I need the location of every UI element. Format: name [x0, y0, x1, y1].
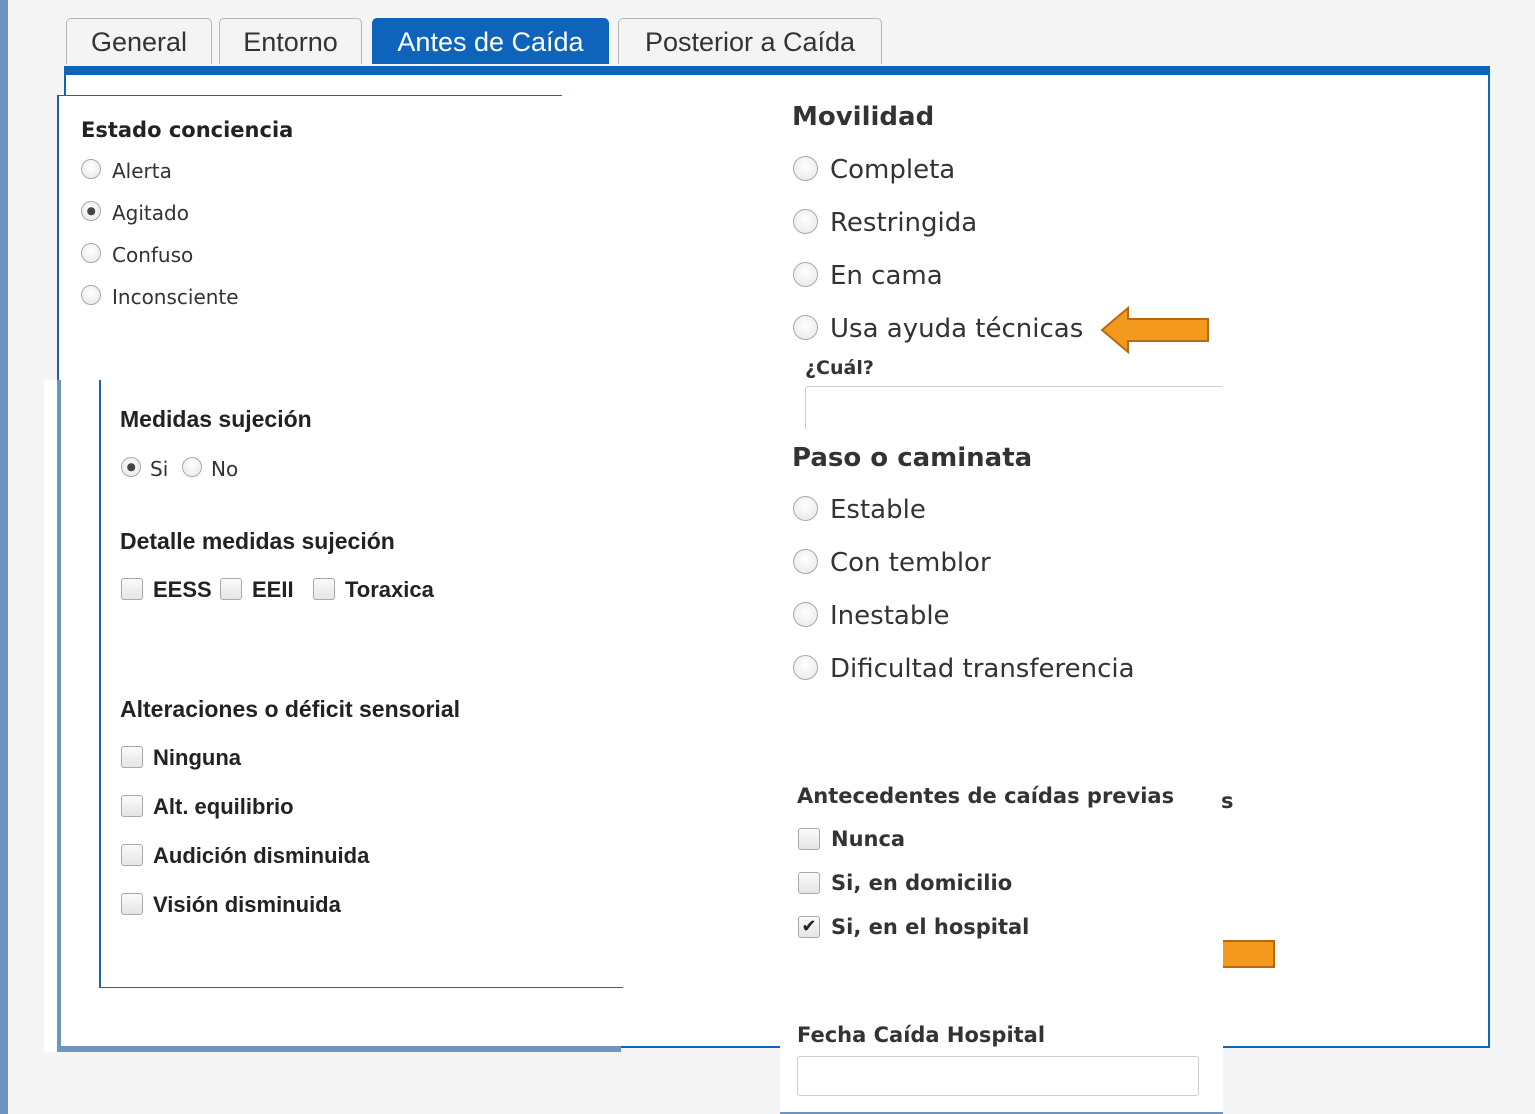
- radio-inestable[interactable]: [793, 602, 818, 627]
- label-nunca: Nunca: [831, 827, 906, 851]
- fecha-label: Fecha Caída Hospital: [797, 1023, 1046, 1047]
- label-en-cama: En cama: [830, 261, 943, 291]
- checkbox-nunca[interactable]: [798, 828, 820, 850]
- checkbox-vision[interactable]: [121, 893, 143, 915]
- stray-letter: s: [1221, 789, 1234, 813]
- estado-conciencia-panel: Estado conciencia Alerta Agitado Confuso…: [57, 95, 562, 381]
- radio-estable[interactable]: [793, 496, 818, 521]
- radio-usa-ayuda[interactable]: [793, 315, 818, 340]
- radio-completa[interactable]: [793, 156, 818, 181]
- radio-medidas-no[interactable]: [182, 457, 202, 477]
- label-domicilio: Si, en domicilio: [831, 871, 1013, 895]
- cual-label: ¿Cuál?: [805, 357, 874, 379]
- radio-alerta[interactable]: [81, 159, 101, 179]
- checkbox-audicion[interactable]: [121, 844, 143, 866]
- radio-dificultad-transferencia[interactable]: [793, 655, 818, 680]
- label-medidas-no: No: [211, 457, 239, 481]
- fecha-input[interactable]: [797, 1056, 1199, 1096]
- tab-entorno[interactable]: Entorno: [219, 18, 362, 64]
- label-usa-ayuda: Usa ayuda técnicas: [830, 314, 1084, 344]
- label-agitado: Agitado: [112, 201, 189, 225]
- label-restringida: Restringida: [830, 208, 978, 238]
- label-eess: EESS: [153, 577, 212, 602]
- annotation-arrow-icon: [1100, 305, 1209, 355]
- antecedentes-title: Antecedentes de caídas previas: [797, 784, 1175, 808]
- radio-confuso[interactable]: [81, 243, 101, 263]
- tab-general[interactable]: General: [66, 18, 212, 64]
- checkbox-alt-equilibrio[interactable]: [121, 795, 143, 817]
- checkbox-eeii[interactable]: [220, 578, 242, 600]
- left-inner-border: [57, 380, 61, 1052]
- detalle-sujecion-title: Detalle medidas sujeción: [120, 528, 395, 554]
- fecha-panel: Fecha Caída Hospital: [780, 1006, 1223, 1114]
- radio-inconsciente[interactable]: [81, 285, 101, 305]
- paso-title: Paso o caminata: [792, 443, 1033, 473]
- label-confuso: Confuso: [112, 243, 194, 267]
- label-alerta: Alerta: [112, 159, 172, 183]
- estado-conciencia-title: Estado conciencia: [81, 118, 294, 142]
- radio-en-cama[interactable]: [793, 262, 818, 287]
- alteraciones-title: Alteraciones o déficit sensorial: [120, 696, 461, 722]
- tab-posterior-a-caida[interactable]: Posterior a Caída: [618, 18, 882, 64]
- label-eeii: EEII: [252, 577, 294, 602]
- label-completa: Completa: [830, 155, 956, 185]
- radio-agitado[interactable]: [81, 201, 101, 221]
- radio-medidas-si[interactable]: [121, 457, 141, 477]
- label-inestable: Inestable: [830, 601, 950, 631]
- checkbox-toraxica[interactable]: [313, 578, 335, 600]
- tab-antes-de-caida[interactable]: Antes de Caída: [372, 18, 609, 64]
- label-inconsciente: Inconsciente: [112, 285, 239, 309]
- sujecion-panel: Medidas sujeción Si No Detalle medidas s…: [99, 380, 623, 988]
- label-medidas-si: Si: [150, 457, 169, 481]
- checkbox-domicilio[interactable]: [798, 872, 820, 894]
- annotation-marker: [1223, 940, 1275, 968]
- label-hospital: Si, en el hospital: [831, 915, 1030, 939]
- checkbox-hospital[interactable]: ✔: [798, 916, 820, 938]
- cual-input[interactable]: [805, 386, 1223, 430]
- radio-restringida[interactable]: [793, 209, 818, 234]
- medidas-sujecion-title: Medidas sujeción: [120, 406, 312, 432]
- checkbox-eess[interactable]: [121, 578, 143, 600]
- label-alt-equilibrio: Alt. equilibrio: [153, 794, 294, 819]
- radio-con-temblor[interactable]: [793, 549, 818, 574]
- label-con-temblor: Con temblor: [830, 548, 991, 578]
- left-edge-bar: [0, 0, 8, 1114]
- label-estable: Estable: [830, 495, 926, 525]
- label-dificultad-transferencia: Dificultad transferencia: [830, 654, 1135, 684]
- left-bottom-border: [61, 1046, 621, 1052]
- left-white-strip: [44, 380, 100, 1052]
- label-vision: Visión disminuida: [153, 892, 341, 917]
- label-toraxica: Toraxica: [345, 577, 434, 602]
- label-audicion: Audición disminuida: [153, 843, 370, 868]
- movilidad-title: Movilidad: [792, 102, 935, 132]
- checkbox-ninguna[interactable]: [121, 746, 143, 768]
- label-ninguna: Ninguna: [153, 745, 241, 770]
